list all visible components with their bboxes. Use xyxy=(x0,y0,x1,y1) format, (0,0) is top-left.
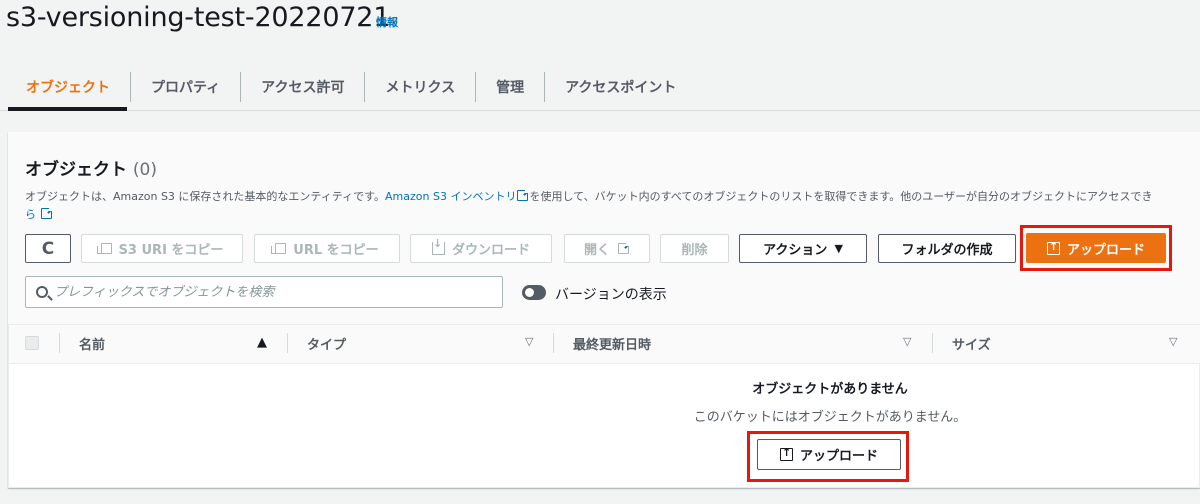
tab-objects[interactable]: オブジェクト xyxy=(8,72,130,102)
caret-down-icon: ▼ xyxy=(834,242,843,255)
upload-button[interactable]: アップロード xyxy=(1026,233,1166,263)
copy-s3-uri-button[interactable]: S3 URI をコピー xyxy=(81,234,243,263)
column-header-last-modified[interactable]: 最終更新日時 xyxy=(573,334,651,353)
column-divider xyxy=(553,333,554,353)
delete-label: 削除 xyxy=(681,243,708,258)
column-header-name[interactable]: 名前 xyxy=(79,334,105,353)
column-header-size[interactable]: サイズ xyxy=(952,334,991,353)
tab-permissions[interactable]: アクセス許可 xyxy=(240,72,364,102)
description-prefix: オブジェクトは、Amazon S3 に保存された基本的なエンティティです。 xyxy=(25,190,386,203)
description-suffix: を使用して、バケット内のすべてのオブジェクトのリストを取得できます。他のユーザー… xyxy=(529,190,1153,203)
tab-metrics[interactable]: メトリクス xyxy=(364,72,475,102)
tab-access-points[interactable]: アクセスポイント xyxy=(544,72,696,102)
column-header-type[interactable]: タイプ xyxy=(307,334,346,353)
delete-button[interactable]: 削除 xyxy=(660,234,729,263)
external-link-icon xyxy=(618,241,631,254)
column-divider xyxy=(59,333,60,353)
open-label: 開く xyxy=(583,243,610,258)
external-link-icon xyxy=(517,188,531,201)
refresh-icon: C xyxy=(41,238,55,259)
empty-state-message: このバケットにはオブジェクトがありません。 xyxy=(693,410,967,425)
upload-label: アップロード xyxy=(1066,242,1145,258)
column-divider xyxy=(287,333,288,353)
empty-state-title: オブジェクトがありません xyxy=(752,382,908,397)
panel-title-text: オブジェクト xyxy=(25,160,127,180)
active-tab-indicator xyxy=(8,107,127,111)
open-button[interactable]: 開く xyxy=(564,234,650,263)
tab-bar: オブジェクト プロパティ アクセス許可 メトリクス 管理 アクセスポイント xyxy=(8,64,696,110)
upload-icon xyxy=(779,446,793,461)
download-button[interactable]: ダウンロード xyxy=(410,234,552,263)
copy-url-label: URL をコピー xyxy=(293,243,379,258)
create-folder-label: フォルダの作成 xyxy=(901,243,993,258)
copy-icon xyxy=(96,243,112,254)
actions-dropdown[interactable]: アクション ▼ xyxy=(739,234,867,263)
inventory-link[interactable]: Amazon S3 インベントリ xyxy=(385,190,516,203)
show-versions-toggle[interactable] xyxy=(522,285,546,300)
object-search xyxy=(25,276,503,308)
create-folder-button[interactable]: フォルダの作成 xyxy=(878,234,1016,263)
search-input[interactable] xyxy=(54,284,494,300)
tab-properties[interactable]: プロパティ xyxy=(130,72,240,102)
download-label: ダウンロード xyxy=(451,243,530,258)
upload-icon xyxy=(1046,240,1060,255)
show-versions-label: バージョンの表示 xyxy=(555,287,667,303)
select-all-checkbox[interactable] xyxy=(25,336,39,350)
description-wrap-line[interactable]: ら xyxy=(25,205,54,224)
copy-s3-uri-label: S3 URI をコピー xyxy=(118,243,224,258)
sort-icon[interactable]: ▽ xyxy=(903,335,911,348)
description-wrap-link[interactable]: ら xyxy=(25,208,36,221)
bucket-title: s3-versioning-test-20220721 xyxy=(6,2,391,33)
actions-label: アクション xyxy=(763,243,828,258)
empty-state-upload-button[interactable]: アップロード xyxy=(757,439,901,470)
search-icon xyxy=(36,286,48,298)
column-divider xyxy=(932,333,933,353)
copy-icon xyxy=(271,243,287,254)
tab-management[interactable]: 管理 xyxy=(475,72,544,102)
refresh-button[interactable]: C xyxy=(25,234,71,263)
external-link-icon xyxy=(40,206,54,219)
info-link[interactable]: 情報 xyxy=(376,14,398,30)
panel-title: オブジェクト (0) xyxy=(25,155,157,180)
empty-upload-label: アップロード xyxy=(799,449,878,464)
object-count: (0) xyxy=(132,160,158,180)
copy-url-button[interactable]: URL をコピー xyxy=(254,234,400,263)
panel-description: オブジェクトは、Amazon S3 に保存された基本的なエンティティです。Ama… xyxy=(25,187,1200,206)
sort-icon[interactable]: ▽ xyxy=(1169,335,1177,348)
sort-icon[interactable]: ▽ xyxy=(525,335,533,348)
sort-ascending-icon[interactable]: ▲ xyxy=(257,335,267,350)
download-icon xyxy=(431,237,445,255)
tabs-divider xyxy=(0,110,1200,111)
